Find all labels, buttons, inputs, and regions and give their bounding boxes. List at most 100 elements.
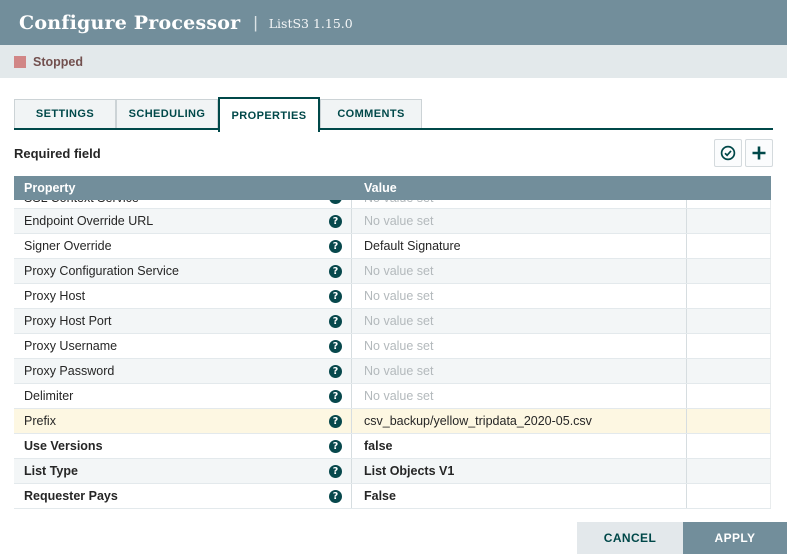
check-circle-icon	[720, 145, 736, 161]
property-value: No value set	[364, 339, 433, 353]
table-row[interactable]: Signer Override ? Default Signature	[14, 234, 771, 259]
property-name: List Type	[24, 464, 78, 478]
value-cell[interactable]: List Objects V1	[352, 459, 687, 483]
extra-cell	[687, 434, 771, 458]
extra-cell	[687, 384, 771, 408]
table-row[interactable]: Requester Pays ? False	[14, 484, 771, 509]
property-value: No value set	[364, 264, 433, 278]
value-cell[interactable]: No value set	[352, 200, 687, 209]
table-body: Endpoint Override URL ? No value set Sig…	[14, 209, 771, 509]
help-icon[interactable]: ?	[329, 215, 342, 228]
table-row[interactable]: List Type ? List Objects V1	[14, 459, 771, 484]
property-name: Requester Pays	[24, 489, 118, 503]
help-icon[interactable]: ?	[329, 440, 342, 453]
help-icon[interactable]: ?	[329, 200, 342, 204]
table-row[interactable]: Proxy Host Port ? No value set	[14, 309, 771, 334]
status-label: Stopped	[33, 55, 83, 69]
help-icon[interactable]: ?	[329, 415, 342, 428]
value-cell[interactable]: false	[352, 434, 687, 458]
property-value: csv_backup/yellow_tripdata_2020-05.csv	[364, 414, 592, 428]
value-cell[interactable]: No value set	[352, 309, 687, 333]
value-cell[interactable]: False	[352, 484, 687, 508]
help-icon[interactable]: ?	[329, 490, 342, 503]
help-icon[interactable]: ?	[329, 390, 342, 403]
property-name: Proxy Host	[24, 289, 85, 303]
help-icon[interactable]: ?	[329, 290, 342, 303]
status-bar: Stopped	[0, 45, 787, 78]
help-icon[interactable]: ?	[329, 315, 342, 328]
help-icon[interactable]: ?	[329, 240, 342, 253]
required-field-label: Required field	[14, 146, 101, 161]
processor-type-version: ListS3 1.15.0	[269, 14, 353, 31]
table-row[interactable]: Proxy Password ? No value set	[14, 359, 771, 384]
extra-cell	[687, 309, 771, 333]
value-cell[interactable]: No value set	[352, 359, 687, 383]
extra-cell	[687, 484, 771, 508]
property-cell: Proxy Host ?	[14, 284, 352, 308]
table-row[interactable]: Proxy Configuration Service ? No value s…	[14, 259, 771, 284]
plus-icon	[751, 145, 767, 161]
value-cell[interactable]: No value set	[352, 209, 687, 233]
extra-cell	[687, 359, 771, 383]
tab-comments-label: COMMENTS	[337, 108, 404, 120]
property-cell: Proxy Password ?	[14, 359, 352, 383]
property-name: Use Versions	[24, 439, 103, 453]
table-header-row: Property Value	[14, 176, 771, 200]
extra-cell	[687, 209, 771, 233]
value-cell[interactable]: No value set	[352, 384, 687, 408]
property-cell: SSL Context Service ?	[14, 200, 352, 209]
property-cell: Proxy Configuration Service ?	[14, 259, 352, 283]
help-icon[interactable]: ?	[329, 365, 342, 378]
tab-settings[interactable]: SETTINGS	[14, 99, 116, 128]
toolbar-buttons	[714, 139, 773, 167]
property-cell: Delimiter ?	[14, 384, 352, 408]
tab-bar: SETTINGS SCHEDULING PROPERTIES COMMENTS	[14, 97, 773, 130]
table-row[interactable]: Proxy Username ? No value set	[14, 334, 771, 359]
property-name: Proxy Host Port	[24, 314, 112, 328]
help-icon[interactable]: ?	[329, 265, 342, 278]
dialog-title: Configure Processor	[19, 12, 240, 34]
stopped-state-icon	[14, 56, 26, 68]
table-row[interactable]: Endpoint Override URL ? No value set	[14, 209, 771, 234]
extra-cell	[687, 459, 771, 483]
extra-cell	[687, 259, 771, 283]
property-cell: Use Versions ?	[14, 434, 352, 458]
extra-cell	[687, 234, 771, 258]
value-cell[interactable]: Default Signature	[352, 234, 687, 258]
value-cell[interactable]: No value set	[352, 259, 687, 283]
verify-properties-button[interactable]	[714, 139, 742, 167]
property-cell: Signer Override ?	[14, 234, 352, 258]
property-name: Proxy Username	[24, 339, 117, 353]
property-cell: Prefix ?	[14, 409, 352, 433]
column-header-value: Value	[352, 181, 687, 195]
cancel-button[interactable]: CANCEL	[577, 522, 683, 554]
table-row-clipped: SSL Context Service ? No value set	[14, 200, 771, 209]
tab-settings-label: SETTINGS	[36, 108, 94, 120]
value-cell[interactable]: No value set	[352, 284, 687, 308]
apply-button[interactable]: APPLY	[683, 522, 787, 554]
add-property-button[interactable]	[745, 139, 773, 167]
properties-table: Property Value SSL Context Service ? No …	[14, 176, 771, 509]
table-row[interactable]: Use Versions ? false	[14, 434, 771, 459]
help-icon[interactable]: ?	[329, 340, 342, 353]
column-header-property: Property	[14, 181, 352, 195]
property-value: Default Signature	[364, 239, 461, 253]
table-row[interactable]: Delimiter ? No value set	[14, 384, 771, 409]
tab-comments[interactable]: COMMENTS	[320, 99, 422, 128]
table-row[interactable]: Prefix ? csv_backup/yellow_tripdata_2020…	[14, 409, 771, 434]
property-value: False	[364, 489, 396, 503]
property-value: No value set	[364, 364, 433, 378]
tab-properties[interactable]: PROPERTIES	[218, 97, 320, 132]
value-cell[interactable]: csv_backup/yellow_tripdata_2020-05.csv	[352, 409, 687, 433]
property-name: SSL Context Service	[24, 200, 139, 205]
property-name: Endpoint Override URL	[24, 214, 153, 228]
property-cell: Proxy Host Port ?	[14, 309, 352, 333]
help-icon[interactable]: ?	[329, 465, 342, 478]
table-row[interactable]: Proxy Host ? No value set	[14, 284, 771, 309]
value-cell[interactable]: No value set	[352, 334, 687, 358]
property-name: Prefix	[24, 414, 56, 428]
tab-scheduling[interactable]: SCHEDULING	[116, 99, 218, 128]
tab-scheduling-label: SCHEDULING	[129, 108, 206, 120]
property-cell: Requester Pays ?	[14, 484, 352, 508]
table-row[interactable]: SSL Context Service ? No value set	[14, 200, 771, 209]
